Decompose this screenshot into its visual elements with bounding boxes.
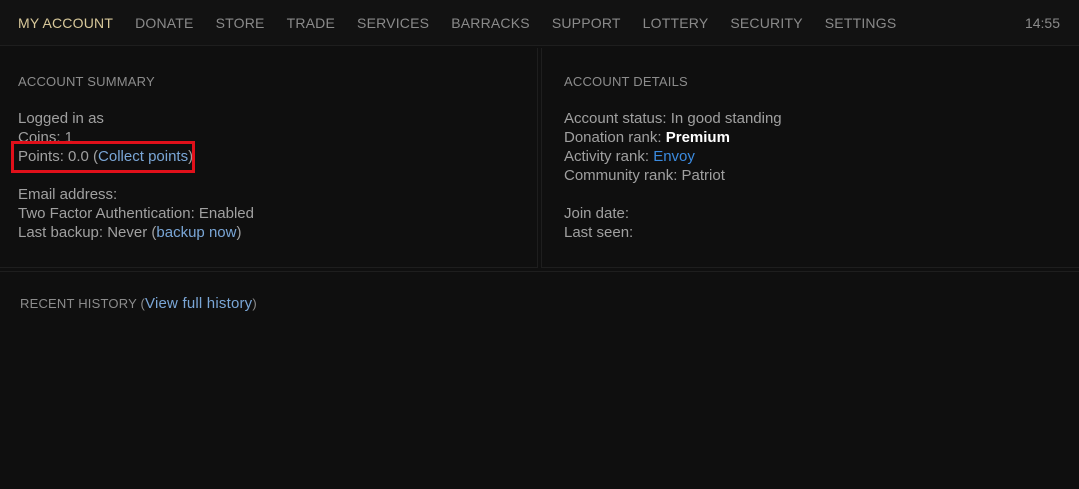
- recent-history-suffix: ): [252, 296, 257, 311]
- backup-line: Last backup: Never (backup now): [18, 224, 241, 241]
- nav-settings[interactable]: SETTINGS: [825, 15, 897, 31]
- activity-rank-value: Envoy: [653, 148, 695, 165]
- nav-donate[interactable]: DONATE: [135, 15, 194, 31]
- email-line: Email address:: [18, 186, 118, 203]
- nav-trade[interactable]: TRADE: [287, 15, 335, 31]
- activity-rank-label: Activity rank:: [564, 148, 654, 165]
- account-details-title: ACCOUNT DETAILS: [564, 74, 688, 89]
- account-summary-panel: ACCOUNT SUMMARY Logged in as Coins: 1 Po…: [0, 48, 538, 268]
- community-rank: Community rank: Patriot: [564, 167, 725, 184]
- recent-history-title: RECENT HISTORY (View full history): [20, 295, 257, 312]
- last-seen: Last seen:: [564, 224, 634, 241]
- account-status: Account status: In good standing: [564, 110, 782, 127]
- nav-menu: MY ACCOUNT DONATE STORE TRADE SERVICES B…: [18, 15, 918, 31]
- backup-now-link[interactable]: backup now: [156, 224, 236, 241]
- nav-lottery[interactable]: LOTTERY: [643, 15, 709, 31]
- nav-store[interactable]: STORE: [216, 15, 265, 31]
- nav-barracks[interactable]: BARRACKS: [451, 15, 530, 31]
- backup-suffix: ): [236, 224, 242, 241]
- recent-history-panel: RECENT HISTORY (View full history): [0, 271, 1079, 489]
- clock: 14:55: [1024, 15, 1060, 31]
- logged-in-as: Logged in as: [18, 110, 104, 127]
- nav-my-account[interactable]: MY ACCOUNT: [18, 15, 113, 31]
- donation-rank: Donation rank: Premium: [564, 129, 730, 146]
- donation-rank-label: Donation rank:: [564, 129, 666, 146]
- activity-rank: Activity rank: Envoy: [564, 148, 695, 165]
- nav-services[interactable]: SERVICES: [357, 15, 429, 31]
- nav-security[interactable]: SECURITY: [730, 15, 802, 31]
- backup-prefix: Last backup: Never (: [18, 224, 157, 241]
- two-factor-line: Two Factor Authentication: Enabled: [18, 205, 254, 222]
- account-summary-title: ACCOUNT SUMMARY: [18, 74, 155, 89]
- account-details-panel: ACCOUNT DETAILS Account status: In good …: [541, 48, 1079, 268]
- top-navigation-bar: MY ACCOUNT DONATE STORE TRADE SERVICES B…: [0, 0, 1079, 46]
- join-date: Join date:: [564, 205, 630, 222]
- donation-rank-value: Premium: [665, 129, 730, 146]
- nav-support[interactable]: SUPPORT: [552, 15, 621, 31]
- recent-history-prefix: RECENT HISTORY (: [20, 296, 146, 311]
- highlight-box: [11, 141, 195, 173]
- view-full-history-link[interactable]: View full history: [145, 295, 252, 312]
